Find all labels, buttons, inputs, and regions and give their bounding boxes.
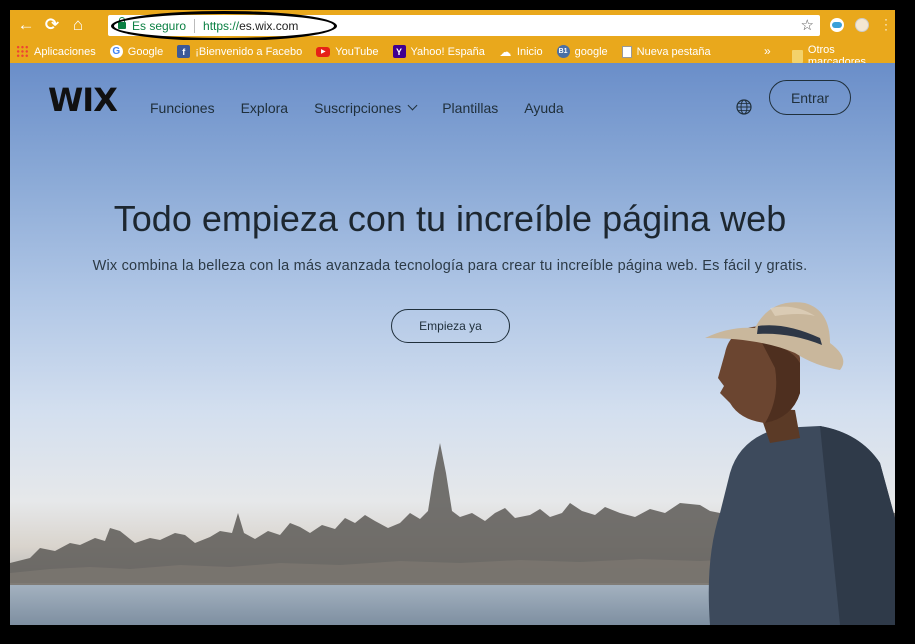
google-icon: G <box>109 45 123 58</box>
wix-logo[interactable]: WIX <box>48 81 118 119</box>
bookmark-youtube[interactable]: ▶ YouTube <box>316 45 379 58</box>
bookmark-label: YouTube <box>335 45 379 58</box>
address-separator <box>194 18 196 33</box>
globe-icon[interactable] <box>736 99 752 115</box>
reload-icon[interactable]: ⟳ <box>40 13 64 37</box>
bookmark-star-icon[interactable]: ☆ <box>801 16 814 34</box>
hero-headline: Todo empieza con tu increíble página web <box>113 198 787 239</box>
home-icon[interactable]: ⌂ <box>66 13 90 37</box>
bookmarks-overflow-icon[interactable]: » <box>764 44 771 58</box>
security-label: Es seguro <box>132 18 187 33</box>
folder-icon <box>792 49 803 63</box>
start-now-button[interactable]: Empieza ya <box>391 309 510 343</box>
bookmark-label: Yahoo! España <box>410 45 485 58</box>
b1-icon: B1 <box>556 45 570 58</box>
nav-ayuda[interactable]: Ayuda <box>524 100 563 116</box>
man-with-hat-image <box>705 302 895 625</box>
back-arrow-icon[interactable]: ← <box>14 13 38 37</box>
bookmark-label: google <box>574 45 608 58</box>
bookmark-yahoo[interactable]: Y Yahoo! España <box>392 45 485 58</box>
lock-icon <box>118 17 126 30</box>
bookmark-label: Google <box>127 45 164 58</box>
facebook-icon: f <box>177 45 191 58</box>
bookmark-label: ¡Bienvenido a Facebo <box>195 45 303 58</box>
extension-icon[interactable] <box>855 18 869 32</box>
browser-menu-icon[interactable]: · · · <box>884 13 888 35</box>
bookmark-new-tab[interactable]: Nueva pestaña <box>621 45 711 58</box>
nav-funciones[interactable]: Funciones <box>150 100 215 116</box>
nav-suscripciones-label: Suscripciones <box>314 100 402 116</box>
address-bar[interactable]: Es seguro https://es.wix.com ☆ <box>108 15 820 36</box>
login-button[interactable]: Entrar <box>769 80 851 115</box>
page-icon <box>621 45 632 58</box>
wix-hero: WIX Funciones Explora Suscripciones Plan… <box>10 63 895 625</box>
youtube-icon: ▶ <box>316 46 331 57</box>
nav-explora[interactable]: Explora <box>241 100 288 116</box>
bookmark-apps[interactable]: Aplicaciones <box>16 45 96 58</box>
cloud-icon: ☁ <box>499 44 512 59</box>
hero-subheadline: Wix combina la belleza con la más avanza… <box>92 258 808 274</box>
main-nav: Funciones Explora Suscripciones Plantill… <box>150 100 590 116</box>
cloud-extension-icon[interactable] <box>830 18 844 32</box>
bookmarks-bar: Aplicaciones G Google f ¡Bienvenido a Fa… <box>10 40 895 68</box>
bookmark-inicio[interactable]: ☁ Inicio <box>499 44 543 59</box>
url-host: es.wix.com <box>239 18 299 33</box>
nav-plantillas[interactable]: Plantillas <box>442 100 498 116</box>
bookmark-label: Nueva pestaña <box>636 45 711 58</box>
chevron-down-icon <box>407 100 418 111</box>
yahoo-icon: Y <box>392 45 406 58</box>
nav-suscripciones[interactable]: Suscripciones <box>314 100 418 116</box>
bookmark-facebook[interactable]: f ¡Bienvenido a Facebo <box>177 45 302 58</box>
browser-window: ← ⟳ ⌂ Es seguro https://es.wix.com ☆ · · ·… <box>10 10 895 625</box>
url-scheme: https:// <box>203 18 240 33</box>
bookmark-google[interactable]: G Google <box>109 45 164 58</box>
bookmark-google-b1[interactable]: B1 google <box>556 45 608 58</box>
bookmark-label: Aplicaciones <box>34 45 96 58</box>
bookmark-label: Inicio <box>516 45 543 58</box>
apps-grid-icon <box>16 45 29 58</box>
